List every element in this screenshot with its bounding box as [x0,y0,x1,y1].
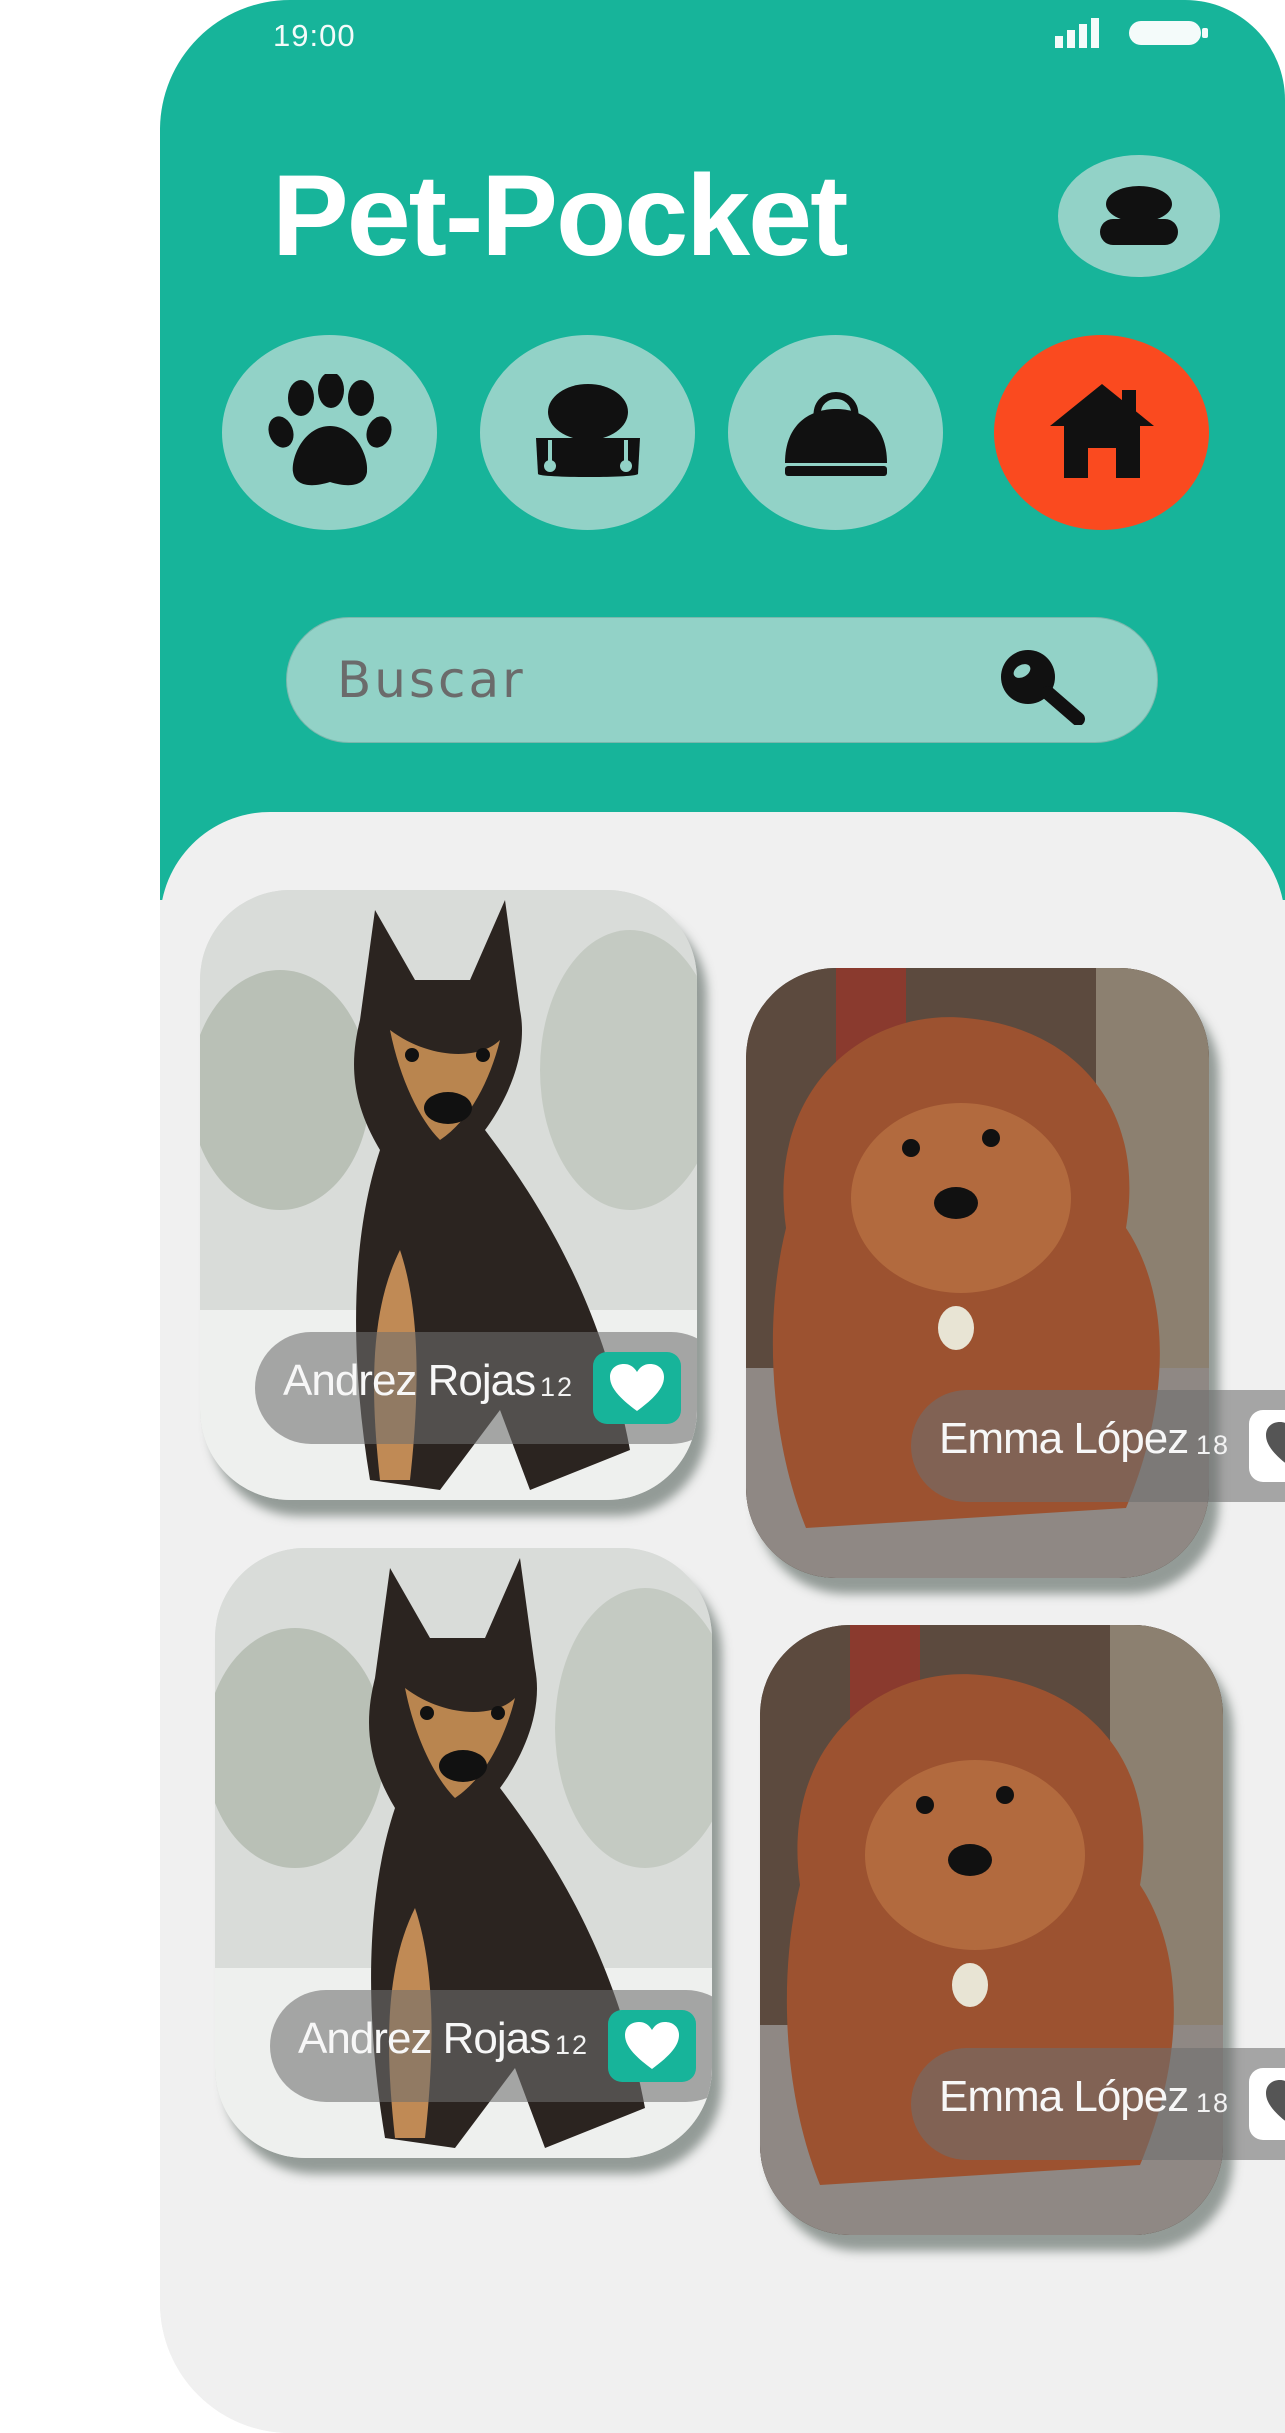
heart-icon [1266,2080,1285,2121]
status-time: 19:00 [273,18,356,53]
post-info: Andrez Rojas 12 [270,1990,712,2102]
status-icons [1055,18,1208,48]
signal-icon [1055,18,1099,48]
post-info: Emma López 18 [911,2048,1285,2160]
battery-icon [1129,21,1208,45]
like-count: 12 [540,1372,575,1402]
like-button[interactable] [593,1352,681,1424]
like-button[interactable] [608,2010,696,2082]
post-author: Emma López [939,2072,1189,2121]
like-count: 18 [1196,1430,1231,1460]
heart-icon [610,1364,664,1411]
post-card[interactable]: Andrez Rojas 12 [215,1548,712,2158]
category-food-button[interactable] [480,335,695,530]
profile-button[interactable] [1058,155,1220,277]
heart-icon [625,2022,679,2069]
app-title: Pet-Pocket [272,152,848,280]
pet-bowl-icon [535,383,640,477]
category-shelter-button[interactable] [994,335,1209,530]
house-icon [1049,383,1154,478]
category-accessories-button[interactable] [728,335,943,530]
carrier-bag-icon [784,391,887,476]
phone-frame: 19:00 Pet-Pocket Buscar Andrez Rojas 12 … [160,0,1285,2433]
paw-icon [267,373,392,485]
like-button[interactable] [1249,1410,1285,1482]
search-icon[interactable] [992,645,1092,725]
post-author: Andrez Rojas [283,1356,536,1405]
post-author: Emma López [939,1414,1189,1463]
like-count: 12 [555,2030,590,2060]
post-author: Andrez Rojas [298,2014,551,2063]
post-info: Andrez Rojas 12 [255,1332,697,1444]
category-pets-button[interactable] [222,335,437,530]
post-card[interactable]: Andrez Rojas 12 [200,890,697,1500]
search-bar[interactable] [286,617,1158,743]
post-info: Emma López 18 [911,1390,1285,1502]
user-avatar-icon [1100,186,1178,245]
app-header: 19:00 Pet-Pocket [160,0,1285,900]
search-input[interactable] [335,644,939,716]
heart-icon [1266,1422,1285,1463]
like-count: 18 [1196,2088,1231,2118]
like-button[interactable] [1249,2068,1285,2140]
